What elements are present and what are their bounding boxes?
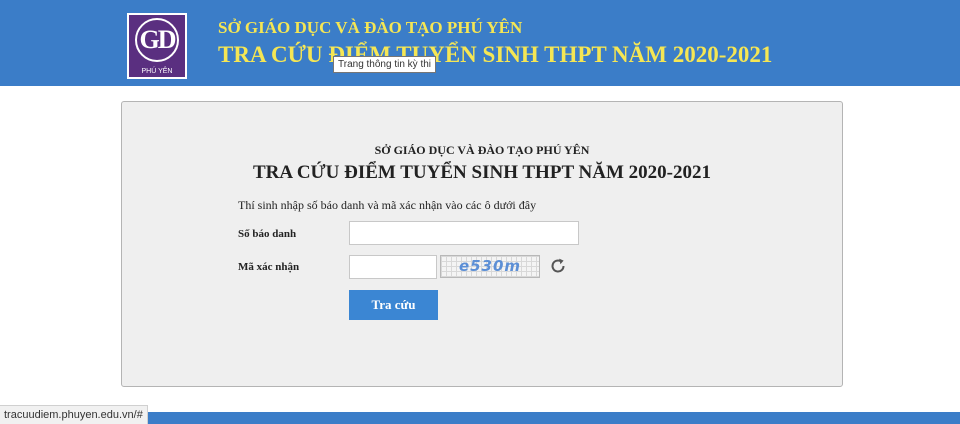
logo[interactable]: GD PHÚ YÊN [127, 13, 187, 79]
captcha-image: e530m [440, 255, 540, 278]
footer-bar [140, 412, 960, 424]
captcha-label: Mã xác nhận [238, 261, 300, 273]
header-banner: GD PHÚ YÊN SỞ GIÁO DỤC VÀ ĐÀO TẠO PHÚ YÊ… [0, 0, 960, 86]
logo-emblem: GD PHÚ YÊN [129, 15, 185, 77]
form-title: TRA CỨU ĐIỂM TUYỂN SINH THPT NĂM 2020-20… [253, 162, 711, 183]
lookup-form-panel: SỞ GIÁO DỤC VÀ ĐÀO TẠO PHÚ YÊN TRA CỨU Đ… [121, 101, 843, 387]
form-department-name: SỞ GIÁO DỤC VÀ ĐÀO TẠO PHÚ YÊN [374, 143, 590, 157]
status-bar-url: tracuudiem.phuyen.edu.vn/# [0, 405, 148, 424]
logo-letters: GD [139, 25, 177, 54]
captcha-input[interactable] [349, 255, 437, 279]
tooltip: Trang thông tin kỳ thi [333, 56, 437, 73]
form-instruction: Thí sinh nhập số báo danh và mã xác nhận… [238, 198, 537, 212]
header-department-name: SỞ GIÁO DỤC VÀ ĐÀO TẠO PHÚ YÊN [218, 18, 523, 37]
sbd-label: Số báo danh [238, 228, 297, 240]
sbd-input[interactable] [349, 221, 579, 245]
refresh-icon[interactable] [548, 256, 568, 276]
refresh-icon-glyph [551, 258, 565, 273]
logo-subtitle: PHÚ YÊN [141, 68, 173, 75]
header-title[interactable]: TRA CỨU ĐIỂM TUYỂN SINH THPT NĂM 2020-20… [218, 42, 772, 68]
search-button[interactable]: Tra cứu [349, 290, 438, 320]
